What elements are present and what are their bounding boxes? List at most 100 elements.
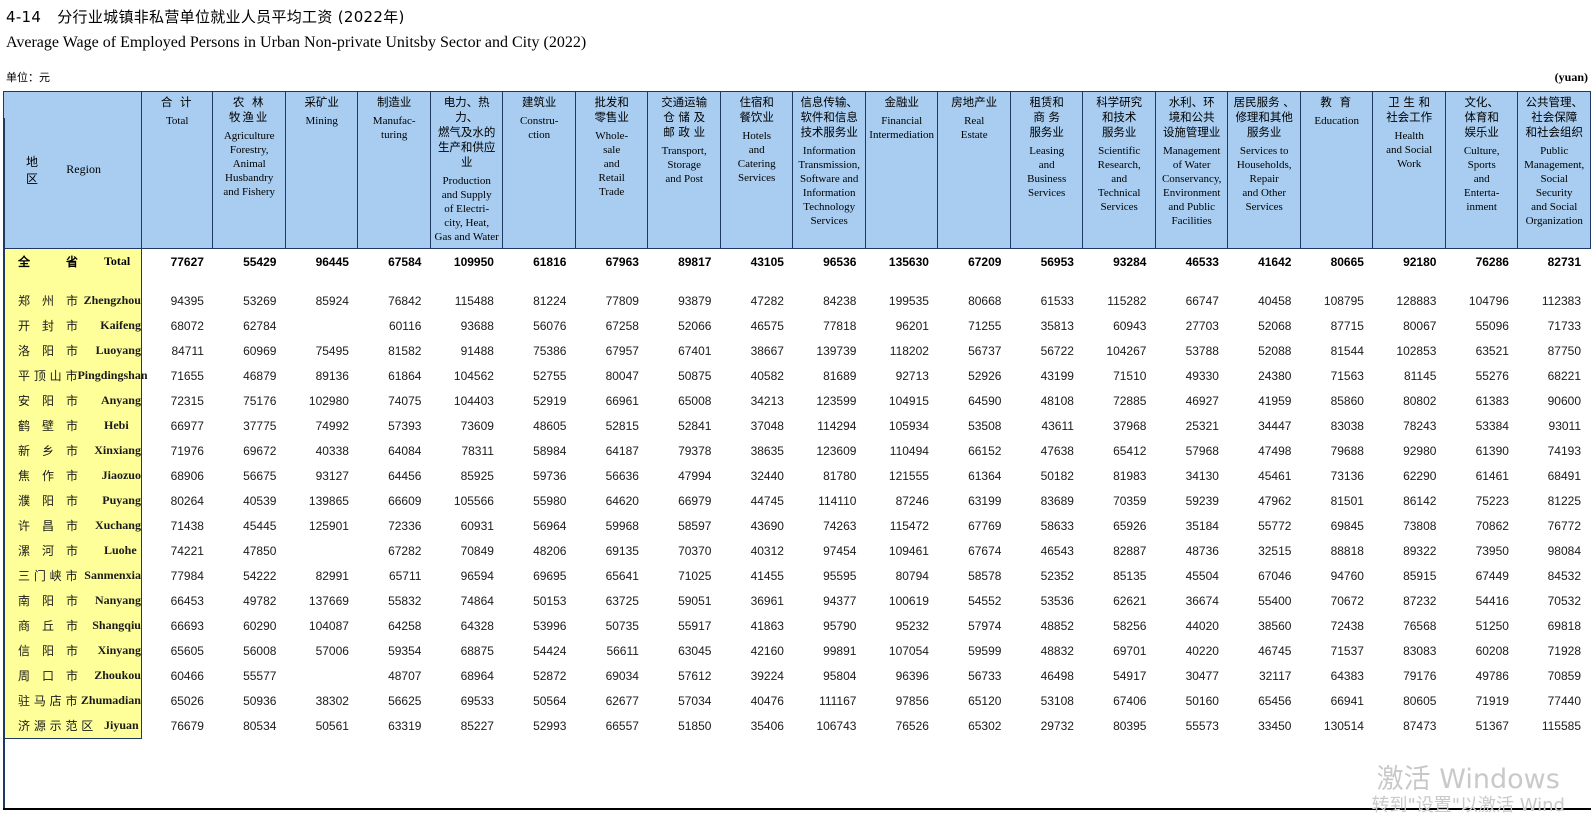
header-col-financial: 金融业 Financial Intermediation bbox=[864, 91, 939, 249]
header-col-public-management: 公共管理、 社会保障 和社会组织 Public Management, Soci… bbox=[1517, 91, 1591, 249]
data-cell: 92980 bbox=[1403, 443, 1437, 458]
data-cell: 86142 bbox=[1403, 493, 1437, 508]
data-cell: 71563 bbox=[1330, 368, 1364, 383]
data-cell: 83689 bbox=[1040, 493, 1074, 508]
data-cell: 85227 bbox=[460, 718, 494, 733]
data-cell bbox=[285, 663, 358, 688]
header-en-7: Transport, Storage and Post bbox=[661, 145, 707, 185]
data-cell: 76772 bbox=[1517, 513, 1591, 538]
region-cell: 濮 阳 市 Puyang bbox=[3, 488, 142, 513]
data-cell: 40338 bbox=[315, 443, 349, 458]
data-cell: 51250 bbox=[1475, 618, 1509, 633]
data-cell: 80047 bbox=[605, 368, 639, 383]
data-cell: 41455 bbox=[750, 568, 784, 583]
header-region: 地 区 Region bbox=[3, 91, 142, 249]
data-cell: 53508 bbox=[968, 418, 1002, 433]
data-cell: 139739 bbox=[816, 343, 857, 358]
data-cell: 81225 bbox=[1517, 488, 1591, 513]
data-cell: 62677 bbox=[605, 693, 639, 708]
data-cell: 55980 bbox=[533, 493, 567, 508]
data-cell: 67957 bbox=[605, 343, 639, 358]
data-cell: 64328 bbox=[460, 618, 494, 633]
data-cell: 53269 bbox=[243, 293, 277, 308]
data-cell: 81780 bbox=[823, 468, 857, 483]
region-cell: 漯 河 市 Luohe bbox=[3, 538, 142, 563]
region-name-cn: 周 口 市 bbox=[18, 669, 79, 683]
data-cell: 56733 bbox=[968, 668, 1002, 683]
data-cell bbox=[285, 313, 358, 338]
header-region-label-en: Region bbox=[66, 162, 101, 176]
data-cell: 85925 bbox=[460, 468, 494, 483]
spacer-cell bbox=[1518, 274, 1591, 288]
data-cell: 60931 bbox=[460, 518, 494, 533]
data-cell: 38302 bbox=[315, 693, 349, 708]
data-cell: 47638 bbox=[1040, 443, 1074, 458]
data-cell: 66453 bbox=[170, 593, 204, 608]
data-cell: 94377 bbox=[823, 593, 857, 608]
header-col-water-environment: 水利、环 境和公共 设施管理业 Management of Water Cons… bbox=[1154, 91, 1229, 249]
header-cn-16: 教 育 bbox=[1320, 95, 1354, 109]
data-cell: 50182 bbox=[1040, 468, 1074, 483]
data-cell: 87473 bbox=[1403, 718, 1437, 733]
data-cell: 64590 bbox=[968, 393, 1002, 408]
region-name-en: Zhumadian bbox=[80, 693, 141, 707]
region-name-en: Sanmenxia bbox=[84, 568, 141, 582]
data-cell: 63521 bbox=[1475, 343, 1509, 358]
data-cell: 65302 bbox=[968, 718, 1002, 733]
table-row: 洛 阳 市 Luoyang 84711 60969 75495 81582 91488 753… bbox=[3, 338, 1591, 363]
region-name-en: Kaifeng bbox=[100, 318, 141, 332]
region-name-cn: 濮 阳 市 bbox=[18, 494, 79, 508]
header-col-wholesale-retail: 批发和 零售业 Whole- sale and Retail Trade bbox=[574, 91, 649, 249]
data-cell: 96536 bbox=[823, 254, 857, 269]
data-cell: 81224 bbox=[533, 293, 567, 308]
header-col-culture-sports: 文化、 体育和 娱乐业 Culture, Sports and Enterta-… bbox=[1444, 91, 1519, 249]
data-cell: 56076 bbox=[533, 318, 567, 333]
table-row: 焦 作 市 Jiaozuo 68906 56675 93127 64456 85925 597… bbox=[3, 463, 1591, 488]
data-cell: 66977 bbox=[170, 418, 204, 433]
data-cell: 74992 bbox=[315, 418, 349, 433]
data-cell: 40220 bbox=[1185, 643, 1219, 658]
data-cell: 25321 bbox=[1185, 418, 1219, 433]
header-en-9: Information Transmission, Software and I… bbox=[798, 145, 860, 227]
data-cell: 64383 bbox=[1330, 668, 1364, 683]
data-cell: 61390 bbox=[1475, 443, 1509, 458]
data-cell: 40476 bbox=[750, 693, 784, 708]
data-cell: 65456 bbox=[1258, 693, 1292, 708]
data-cell: 27703 bbox=[1185, 318, 1219, 333]
header-col-manufacturing: 制造业 Manufac- turing bbox=[357, 91, 431, 249]
data-cell: 43199 bbox=[1040, 368, 1074, 383]
table-row: 郑 州 市 Zhengzhou 94395 53269 85924 76842 115488… bbox=[3, 288, 1591, 313]
spacer-cell bbox=[503, 274, 576, 288]
data-cell: 67209 bbox=[968, 254, 1002, 269]
data-cell: 76286 bbox=[1475, 254, 1509, 269]
spacer-cell bbox=[865, 274, 938, 288]
watermark-line-1: 激活 Windows bbox=[1376, 764, 1560, 795]
data-cell: 80794 bbox=[895, 568, 929, 583]
header-en-0: Total bbox=[165, 115, 189, 127]
data-cell: 96201 bbox=[895, 318, 929, 333]
data-cell: 53996 bbox=[533, 618, 567, 633]
region-cell: 济 源 示 范 区 Jiyuan bbox=[3, 713, 142, 739]
data-cell: 51850 bbox=[678, 718, 712, 733]
data-cell: 56008 bbox=[243, 643, 277, 658]
table-row: 平 顶 山 市 Pingdingshan 71655 46879 89136 61864 1… bbox=[3, 363, 1591, 388]
table-row: 鹤 壁 市 Hebi 66977 37775 74992 57393 73609 48605 5… bbox=[3, 413, 1591, 438]
header-col-household-services: 居民服务 、 修理和其他 服务业 Services to Households,… bbox=[1227, 91, 1301, 249]
data-cell: 47850 bbox=[243, 543, 277, 558]
data-cell: 48832 bbox=[1040, 643, 1074, 658]
data-cell: 76526 bbox=[895, 718, 929, 733]
spacer-row bbox=[3, 274, 1591, 288]
region-cell: 信 阳 市 Xinyang bbox=[3, 638, 142, 663]
spacer-region-cell bbox=[3, 274, 142, 288]
data-cell: 87232 bbox=[1403, 593, 1437, 608]
region-name-en: Anyang bbox=[100, 393, 141, 407]
data-cell: 61816 bbox=[533, 254, 567, 269]
data-cell: 84532 bbox=[1517, 563, 1591, 588]
spacer-cell bbox=[430, 274, 503, 288]
data-cell: 80395 bbox=[1113, 718, 1147, 733]
header-en-1: Agriculture Forestry, Animal Husbandry a… bbox=[223, 130, 275, 198]
data-cell: 52066 bbox=[678, 318, 712, 333]
data-cell: 96594 bbox=[460, 568, 494, 583]
data-cell: 92713 bbox=[895, 368, 929, 383]
data-cell: 118202 bbox=[889, 343, 929, 358]
